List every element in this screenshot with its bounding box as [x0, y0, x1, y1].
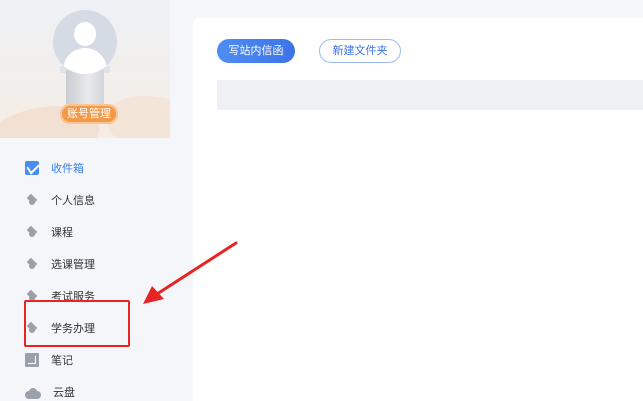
app-root: 账号管理 收件箱 个人信息 课程 选课管理 考试服务 学务办理 笔记 云盘 写站… — [0, 0, 643, 401]
new-folder-button[interactable]: 新建文件夹 — [319, 39, 401, 63]
graduation-cap-icon — [25, 225, 39, 239]
sidebar-item-label: 课程 — [51, 226, 73, 239]
account-management-button[interactable]: 账号管理 — [60, 104, 118, 124]
sidebar-item-label: 云盘 — [53, 386, 75, 399]
graduation-cap-icon — [25, 193, 39, 207]
sidebar-item-notes[interactable]: 笔记 — [0, 344, 170, 376]
sidebar-item-personal-info[interactable]: 个人信息 — [0, 184, 170, 216]
sidebar-item-courses[interactable]: 课程 — [0, 216, 170, 248]
sidebar-item-label: 收件箱 — [51, 162, 84, 175]
compose-message-button[interactable]: 写站内信函 — [217, 39, 295, 63]
sidebar-item-cloud-drive[interactable]: 云盘 — [0, 376, 170, 401]
annotation-highlight-box — [24, 300, 130, 347]
sidebar-item-label: 选课管理 — [51, 258, 95, 271]
main-panel: 写站内信函 新建文件夹 — [193, 18, 643, 401]
avatar[interactable] — [53, 10, 117, 74]
sidebar-item-label: 个人信息 — [51, 194, 95, 207]
pedestal — [66, 70, 104, 104]
avatar-body — [63, 48, 107, 74]
note-icon — [25, 353, 39, 367]
sidebar-menu: 收件箱 个人信息 课程 选课管理 考试服务 学务办理 笔记 云盘 — [0, 152, 170, 401]
avatar-head — [74, 22, 96, 46]
graduation-cap-icon — [25, 257, 39, 271]
sidebar-item-inbox[interactable]: 收件箱 — [0, 152, 170, 184]
message-list-header — [217, 80, 643, 110]
profile-panel: 账号管理 — [0, 0, 170, 138]
mail-icon — [25, 161, 39, 175]
cloud-icon — [25, 388, 41, 399]
sidebar-item-course-selection[interactable]: 选课管理 — [0, 248, 170, 280]
sidebar-item-label: 笔记 — [51, 354, 73, 367]
